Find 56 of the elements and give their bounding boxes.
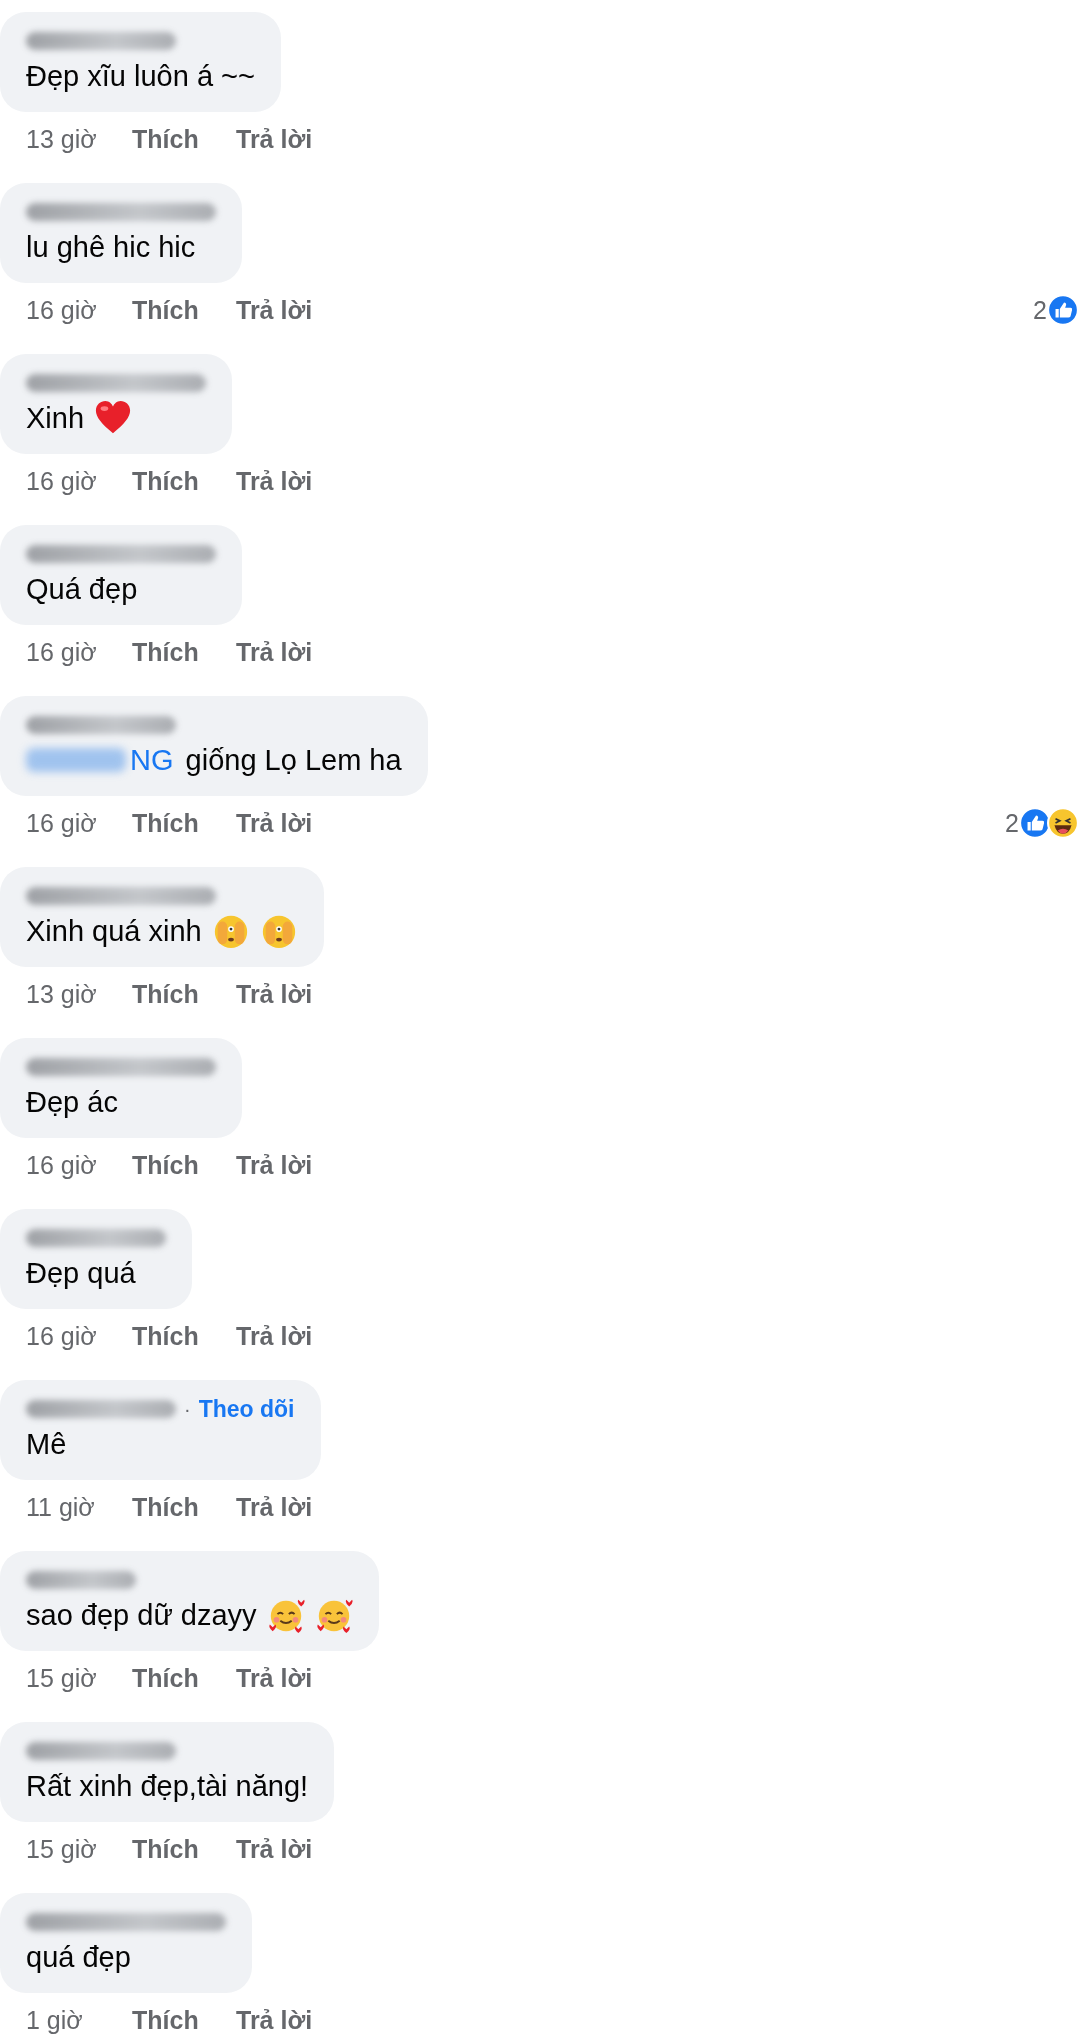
comment-text: Xinh quá xinh [26,914,202,948]
like-link[interactable]: Thích [132,2005,236,2035]
like-link[interactable]: Thích [132,637,236,667]
mention-link[interactable]: NG [130,743,174,777]
reply-link[interactable]: Trả lời [236,466,313,496]
comment-time: 16 giờ [26,466,98,496]
like-reaction-icon [1047,294,1079,326]
like-link[interactable]: Thích [132,124,236,154]
like-link[interactable]: Thích [132,979,236,1009]
comment-text: Quá đẹp [26,572,138,606]
separator-dot: · [184,1397,191,1421]
comment-time: 16 giờ [26,295,98,325]
comment-time: 15 giờ [26,1834,98,1864]
like-link[interactable]: Thích [132,1150,236,1180]
comment-time: 16 giờ [26,637,98,667]
comment-time: 13 giờ [26,124,98,154]
reply-link[interactable]: Trả lời [236,637,313,667]
comment-text: Đẹp xĩu luôn á ~~ [26,59,255,93]
like-link[interactable]: Thích [132,295,236,325]
reply-link[interactable]: Trả lời [236,979,313,1009]
reply-link[interactable]: Trả lời [236,1150,313,1180]
reply-link[interactable]: Trả lời [236,295,313,325]
comment-time: 11 giờ [26,1492,96,1522]
comment-text: Đẹp quá [26,1256,136,1290]
comment-time: 16 giờ [26,808,98,838]
reply-link[interactable]: Trả lời [236,1663,313,1693]
like-reaction-icon [1019,807,1051,839]
follow-link[interactable]: Theo dõi [198,1395,295,1423]
comment-time: 13 giờ [26,979,98,1009]
like-link[interactable]: Thích [132,1321,236,1351]
comment-time: 15 giờ [26,1663,98,1693]
comment-text: sao đẹp dữ dzayy [26,1598,257,1632]
comment-text: giống Lọ Lem ha [184,743,402,777]
like-link[interactable]: Thích [132,1492,236,1522]
like-link[interactable]: Thích [132,808,236,838]
comment-text: Rất xinh đẹp,tài năng! [26,1769,309,1803]
comment-time: 1 giờ [26,2005,84,2035]
comment-time: 16 giờ [26,1321,98,1351]
reply-link[interactable]: Trả lời [236,2005,313,2035]
comment-text: Mê [26,1427,67,1461]
like-link[interactable]: Thích [132,466,236,496]
reply-link[interactable]: Trả lời [236,124,313,154]
reply-link[interactable]: Trả lời [236,1492,313,1522]
comment-text: Xinh [26,401,85,435]
like-link[interactable]: Thích [132,1663,236,1693]
reaction-count: 2 [1005,808,1019,838]
reaction-count: 2 [1033,295,1047,325]
comment-text: lu ghê hic hic [26,230,196,264]
comment-text: quá đẹp [26,1940,131,1974]
like-link[interactable]: Thích [132,1834,236,1864]
comment-time: 16 giờ [26,1150,98,1180]
comment-text: Đẹp ác [26,1085,118,1119]
reply-link[interactable]: Trả lời [236,808,313,838]
laughing-reaction-icon [1047,807,1079,839]
reply-link[interactable]: Trả lời [236,1321,313,1351]
reply-link[interactable]: Trả lời [236,1834,313,1864]
